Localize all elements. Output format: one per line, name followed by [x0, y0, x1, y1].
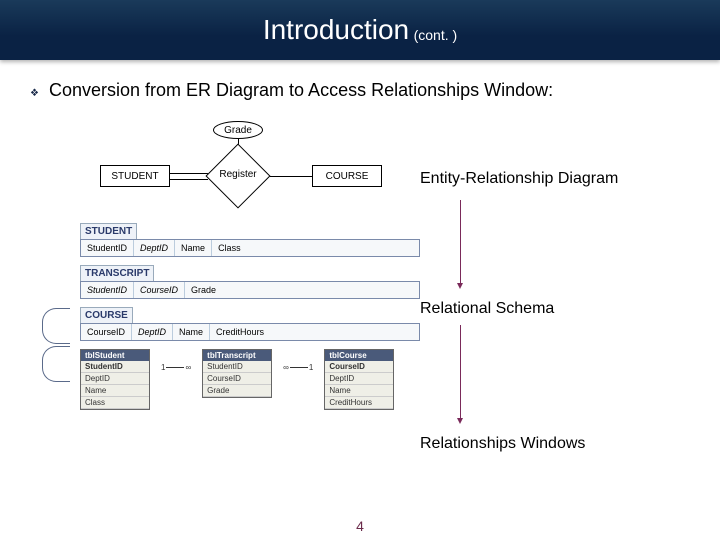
er-entity-course: COURSE: [312, 165, 382, 187]
schema-student: STUDENT StudentID DeptID Name Class: [80, 221, 420, 257]
schema-cell: StudentID: [81, 282, 134, 298]
schema-cell: CourseID: [134, 282, 185, 298]
access-field: Name: [325, 385, 393, 397]
bullet-row: ❖ Conversion from ER Diagram to Access R…: [30, 80, 690, 101]
access-field: DeptID: [325, 373, 393, 385]
rel-line: [290, 367, 308, 368]
access-tbl-transcript: tblTranscript StudentID CourseID Grade: [202, 349, 272, 398]
er-relation-diamond: Register: [206, 153, 270, 199]
access-field: CreditHours: [325, 397, 393, 409]
fk-arc-1: [42, 308, 70, 344]
title-main: Introduction: [263, 14, 409, 45]
rel-connector-right: ∞ 1: [282, 349, 314, 372]
fk-arc-2: [42, 346, 70, 382]
schema-student-row: StudentID DeptID Name Class: [80, 239, 420, 257]
flow-arrow-2: [460, 325, 461, 420]
access-field: StudentID: [203, 361, 271, 373]
schema-cell: Class: [212, 240, 247, 256]
schema-cell: Name: [173, 324, 210, 340]
access-tbl-course: tblCourse CourseID DeptID Name CreditHou…: [324, 349, 394, 410]
rel-one: 1: [308, 363, 314, 372]
er-attribute-oval: Grade: [213, 121, 263, 139]
slide-header: Introduction (cont. ): [0, 0, 720, 60]
rel-line: [166, 367, 184, 368]
access-field: Name: [81, 385, 149, 397]
schema-cell: DeptID: [134, 240, 175, 256]
er-connector-right: [270, 176, 312, 177]
rel-many: ∞: [282, 363, 290, 372]
er-connector-left-1: [170, 173, 208, 174]
access-title: tblStudent: [81, 350, 149, 361]
schema-course-title: COURSE: [80, 307, 133, 323]
rel-many: ∞: [184, 363, 192, 372]
schema-cell: CourseID: [81, 324, 132, 340]
access-field: CourseID: [325, 361, 393, 373]
access-field: Grade: [203, 385, 271, 397]
label-er-diagram: Entity-Relationship Diagram: [420, 170, 618, 188]
page-title: Introduction (cont. ): [263, 14, 457, 46]
label-relationships-window: Relationships Windows: [420, 435, 585, 453]
schema-course-row: CourseID DeptID Name CreditHours: [80, 323, 420, 341]
bullet-text: Conversion from ER Diagram to Access Rel…: [49, 80, 553, 101]
er-diagram: Grade STUDENT Register COURSE: [100, 121, 690, 211]
flow-arrow-1: [460, 200, 461, 285]
er-entity-student: STUDENT: [100, 165, 170, 187]
schema-course: COURSE CourseID DeptID Name CreditHours: [80, 305, 420, 341]
access-tbl-student: tblStudent StudentID DeptID Name Class: [80, 349, 150, 410]
access-field: Class: [81, 397, 149, 409]
schema-cell: Name: [175, 240, 212, 256]
access-field: DeptID: [81, 373, 149, 385]
access-field: CourseID: [203, 373, 271, 385]
access-title: tblCourse: [325, 350, 393, 361]
access-window: tblStudent StudentID DeptID Name Class 1…: [80, 349, 690, 410]
schema-cell: DeptID: [132, 324, 173, 340]
schema-cell: StudentID: [81, 240, 134, 256]
er-connector-left-2: [170, 179, 208, 180]
access-field: StudentID: [81, 361, 149, 373]
schema-transcript-title: TRANSCRIPT: [80, 265, 154, 281]
page-number: 4: [0, 518, 720, 534]
schema-transcript: TRANSCRIPT StudentID CourseID Grade: [80, 263, 420, 299]
schema-cell: CreditHours: [210, 324, 270, 340]
er-relation-label: Register: [206, 169, 270, 180]
label-relational-schema: Relational Schema: [420, 300, 554, 318]
schema-cell: Grade: [185, 282, 222, 298]
relational-schema: STUDENT StudentID DeptID Name Class TRAN…: [80, 221, 420, 341]
slide-content: ❖ Conversion from ER Diagram to Access R…: [0, 60, 720, 410]
schema-student-title: STUDENT: [80, 223, 137, 239]
bullet-icon: ❖: [30, 88, 39, 99]
rel-connector-left: 1 ∞: [160, 349, 192, 372]
access-title: tblTranscript: [203, 350, 271, 361]
schema-transcript-row: StudentID CourseID Grade: [80, 281, 420, 299]
title-subtitle: (cont. ): [414, 27, 458, 43]
